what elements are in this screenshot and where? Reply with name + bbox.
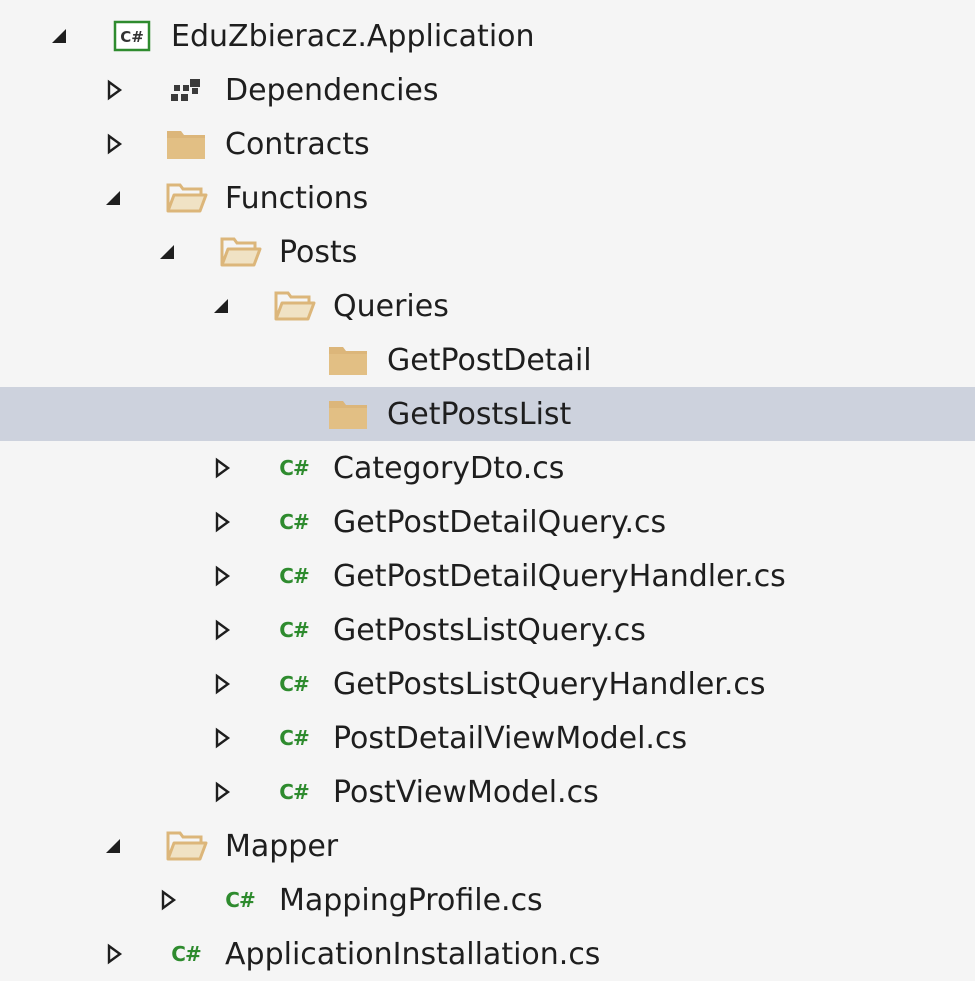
tree-item-label: Dependencies bbox=[225, 72, 439, 108]
tree-item-label: PostViewModel.cs bbox=[333, 774, 599, 810]
expanded-arrow-icon[interactable] bbox=[156, 225, 180, 279]
collapsed-arrow-icon[interactable] bbox=[102, 63, 126, 117]
tree-item[interactable]: C# EduZbieracz.Application bbox=[0, 9, 975, 63]
expanded-arrow-icon[interactable] bbox=[102, 819, 126, 873]
csharp-file-icon: C# bbox=[279, 780, 309, 804]
expanded-arrow-icon[interactable] bbox=[48, 9, 72, 63]
tree-item-label: GetPostDetailQueryHandler.cs bbox=[333, 558, 786, 594]
tree-item[interactable]: Posts bbox=[0, 225, 975, 279]
tree-item-label: GetPostDetailQuery.cs bbox=[333, 504, 667, 540]
collapsed-arrow-icon[interactable] bbox=[102, 927, 126, 981]
folder-open-icon bbox=[216, 225, 264, 279]
csharp-project-icon: C# bbox=[108, 9, 156, 63]
tree-item[interactable]: C# ApplicationInstallation.cs bbox=[0, 927, 975, 981]
folder-closed-icon bbox=[324, 333, 372, 387]
csharp-file-icon: C# bbox=[279, 618, 309, 642]
folder-open-icon bbox=[270, 279, 318, 333]
tree-item-label: GetPostsListQueryHandler.cs bbox=[333, 666, 766, 702]
tree-item[interactable]: Queries bbox=[0, 279, 975, 333]
tree-item-label: Posts bbox=[279, 234, 358, 270]
expanded-arrow-icon[interactable] bbox=[210, 279, 234, 333]
tree-item[interactable]: C# PostViewModel.cs bbox=[0, 765, 975, 819]
tree-item[interactable]: C# GetPostDetailQueryHandler.cs bbox=[0, 549, 975, 603]
csharp-file-icon: C# bbox=[279, 510, 309, 534]
collapsed-arrow-icon[interactable] bbox=[210, 711, 234, 765]
tree-item-label: GetPostsList bbox=[387, 396, 572, 432]
tree-item-label: PostDetailViewModel.cs bbox=[333, 720, 688, 756]
expanded-arrow-icon[interactable] bbox=[102, 171, 126, 225]
tree-item[interactable]: C# GetPostsListQueryHandler.cs bbox=[0, 657, 975, 711]
collapsed-arrow-icon[interactable] bbox=[210, 495, 234, 549]
tree-item-label: Functions bbox=[225, 180, 369, 216]
tree-item-label: EduZbieracz.Application bbox=[171, 18, 535, 54]
csharp-file-icon: C# bbox=[225, 888, 255, 912]
tree-item[interactable]: C# CategoryDto.cs bbox=[0, 441, 975, 495]
collapsed-arrow-icon[interactable] bbox=[210, 441, 234, 495]
solution-explorer-tree: C# EduZbieracz.Application Dependencies Con… bbox=[0, 0, 975, 981]
folder-closed-icon bbox=[324, 387, 372, 441]
tree-item[interactable]: C# MappingProfile.cs bbox=[0, 873, 975, 927]
tree-item-label: Queries bbox=[333, 288, 449, 324]
tree-item-label: MappingProfile.cs bbox=[279, 882, 543, 918]
collapsed-arrow-icon[interactable] bbox=[102, 117, 126, 171]
csharp-file-icon: C# bbox=[279, 456, 309, 480]
folder-open-icon bbox=[162, 819, 210, 873]
folder-closed-icon bbox=[162, 117, 210, 171]
collapsed-arrow-icon[interactable] bbox=[210, 765, 234, 819]
collapsed-arrow-icon[interactable] bbox=[156, 873, 180, 927]
tree-item-label: ApplicationInstallation.cs bbox=[225, 936, 601, 972]
tree-item[interactable]: C# GetPostDetailQuery.cs bbox=[0, 495, 975, 549]
tree-item[interactable]: Mapper bbox=[0, 819, 975, 873]
collapsed-arrow-icon[interactable] bbox=[210, 657, 234, 711]
csharp-file-icon: C# bbox=[171, 942, 201, 966]
folder-open-icon bbox=[162, 171, 210, 225]
tree-item-label: Contracts bbox=[225, 126, 370, 162]
tree-item-label: Mapper bbox=[225, 828, 339, 864]
tree-item[interactable]: Functions bbox=[0, 171, 975, 225]
tree-item-label: GetPostDetail bbox=[387, 342, 592, 378]
collapsed-arrow-icon[interactable] bbox=[210, 549, 234, 603]
tree-item[interactable]: Dependencies bbox=[0, 63, 975, 117]
tree-item-label: GetPostsListQuery.cs bbox=[333, 612, 646, 648]
tree-item[interactable]: GetPostDetail bbox=[0, 333, 975, 387]
tree-item[interactable]: C# PostDetailViewModel.cs bbox=[0, 711, 975, 765]
csharp-file-icon: C# bbox=[279, 726, 309, 750]
tree-item-label: CategoryDto.cs bbox=[333, 450, 565, 486]
collapsed-arrow-icon[interactable] bbox=[210, 603, 234, 657]
tree-item[interactable]: C# GetPostsListQuery.cs bbox=[0, 603, 975, 657]
svg-text:C#: C# bbox=[120, 28, 144, 46]
tree-item[interactable]: Contracts bbox=[0, 117, 975, 171]
tree-item[interactable]: GetPostsList bbox=[0, 387, 975, 441]
csharp-file-icon: C# bbox=[279, 672, 309, 696]
dependencies-icon bbox=[162, 63, 210, 117]
csharp-file-icon: C# bbox=[279, 564, 309, 588]
